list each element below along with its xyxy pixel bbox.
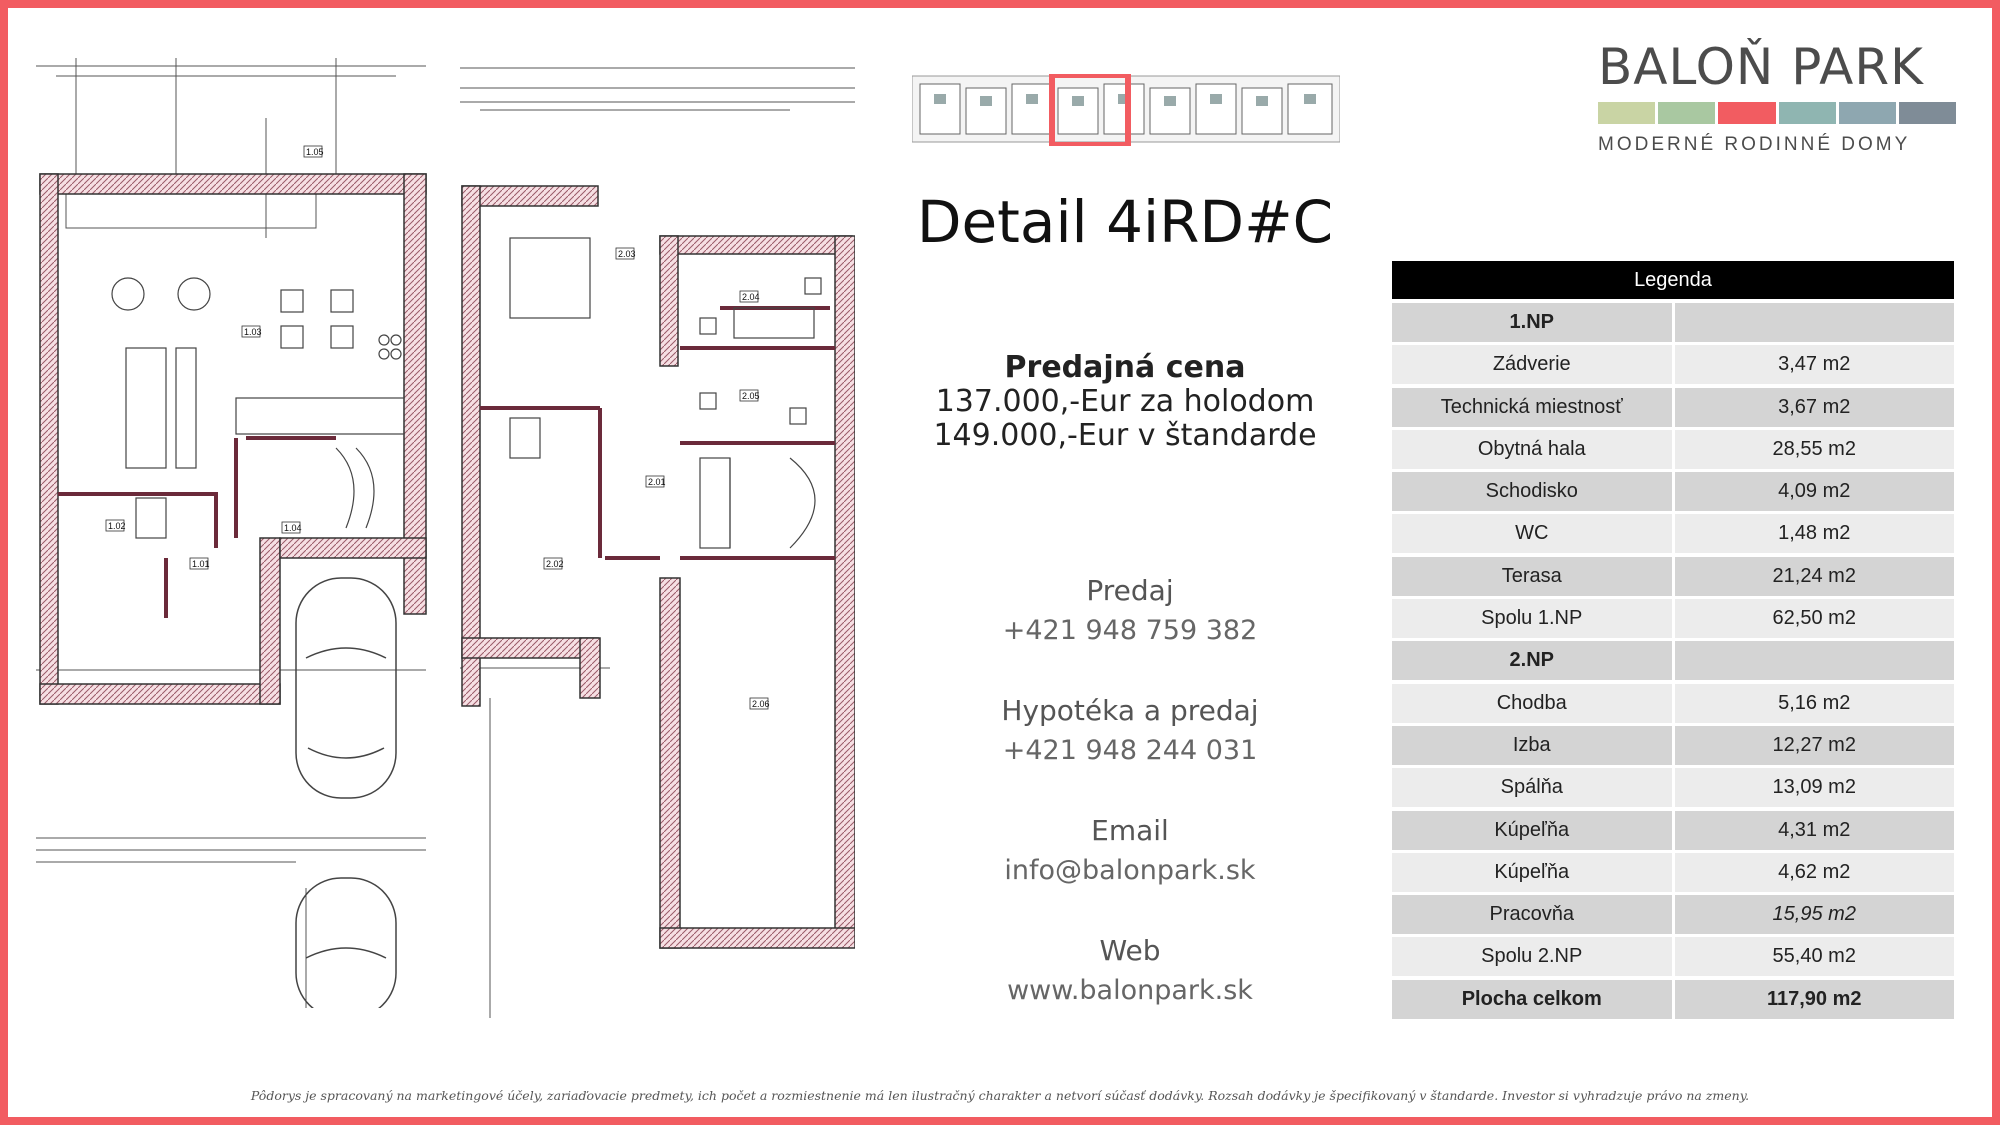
legend-row: Spolu 2.NP 55,40 m2 xyxy=(1392,937,1954,977)
legend-name: Technická miestnosť xyxy=(1392,387,1672,427)
legend-name: Izba xyxy=(1392,725,1672,765)
legend-name: Schodisko xyxy=(1392,472,1672,512)
legend-area: 5,16 m2 xyxy=(1674,683,1954,723)
contact-web: Web www.balonpark.sk xyxy=(930,934,1330,1006)
legend-row: Pracovňa 15,95 m2 xyxy=(1392,895,1954,935)
price-line: 137.000,-Eur za holodom xyxy=(935,384,1315,419)
legend-row: Spálňa 13,09 m2 xyxy=(1392,768,1954,808)
legend-row: Kúpeľňa 4,31 m2 xyxy=(1392,810,1954,850)
legend-area: 15,95 m2 xyxy=(1674,895,1954,935)
legend-area: 3,67 m2 xyxy=(1674,387,1954,427)
legend-name: Plocha celkom xyxy=(1392,979,1672,1019)
legend-name: Pracovňa xyxy=(1392,895,1672,935)
legend-name: Kúpeľňa xyxy=(1392,852,1672,892)
legend-row: Izba 12,27 m2 xyxy=(1392,725,1954,765)
contact-label: Email xyxy=(1091,814,1169,847)
legend-area: 55,40 m2 xyxy=(1674,937,1954,977)
brand-color-bar xyxy=(1598,102,1957,124)
room-tag: 1.04 xyxy=(284,523,302,533)
legend-name: Spolu 1.NP xyxy=(1392,599,1672,639)
legend-area: 62,50 m2 xyxy=(1674,599,1954,639)
contact-mortgage: Hypotéka a predaj +421 948 244 031 xyxy=(930,694,1330,766)
price-block: Predajná cena 137.000,-Eur za holodom 14… xyxy=(880,350,1370,453)
legend-name: WC xyxy=(1392,514,1672,554)
legend-name: Spálňa xyxy=(1392,768,1672,808)
legend-area: 21,24 m2 xyxy=(1674,556,1954,596)
legend-row: Zádverie 3,47 m2 xyxy=(1392,345,1954,385)
legend-row: Spolu 1.NP 62,50 m2 xyxy=(1392,599,1954,639)
legend-area: 28,55 m2 xyxy=(1674,429,1954,469)
room-tag: 2.04 xyxy=(742,292,760,302)
legend-area: 3,47 m2 xyxy=(1674,345,1954,385)
legend-row: Terasa 21,24 m2 xyxy=(1392,556,1954,596)
legend-area: 4,31 m2 xyxy=(1674,810,1954,850)
legend-row: WC 1,48 m2 xyxy=(1392,514,1954,554)
legend-name: Spolu 2.NP xyxy=(1392,937,1672,977)
legend-name: Zádverie xyxy=(1392,345,1672,385)
contact-label: Predaj xyxy=(1086,574,1174,607)
brand-logo: BALOŇ PARK MODERNÉ RODINNÉ DOMY xyxy=(1598,38,1957,156)
legend-area: 4,62 m2 xyxy=(1674,852,1954,892)
brand-tagline: MODERNÉ RODINNÉ DOMY xyxy=(1598,134,1911,155)
legend-title: Legenda xyxy=(1392,261,1954,299)
legend-row: Chodba 5,16 m2 xyxy=(1392,683,1954,723)
contact-sales: Predaj +421 948 759 382 xyxy=(930,574,1330,646)
contact-label: Hypotéka a predaj xyxy=(1001,694,1259,727)
legend-row: Kúpeľňa 4,62 m2 xyxy=(1392,852,1954,892)
room-tag: 1.01 xyxy=(192,559,210,569)
legend-area: 13,09 m2 xyxy=(1674,768,1954,808)
web-link[interactable]: www.balonpark.sk xyxy=(930,975,1330,1006)
room-tag: 2.03 xyxy=(618,249,636,259)
phone-link[interactable]: +421 948 244 031 xyxy=(930,735,1330,766)
legend-table: Legenda 1.NP Zádverie 3,47 m2 Technická … xyxy=(1392,261,1954,1022)
legend-area: 12,27 m2 xyxy=(1674,725,1954,765)
legend-row: Obytná hala 28,55 m2 xyxy=(1392,429,1954,469)
price-line: 149.000,-Eur v štandarde xyxy=(933,418,1317,453)
room-tag: 2.01 xyxy=(648,477,666,487)
floor-plan-2np: 2.03 2.04 2.05 2.01 2.02 2.06 xyxy=(460,58,855,1018)
legend-section-row: 2.NP xyxy=(1392,641,1954,681)
legend-name: 2.NP xyxy=(1392,641,1672,681)
contact-email: Email info@balonpark.sk xyxy=(930,814,1330,886)
legend-area xyxy=(1674,303,1954,342)
room-tag: 1.05 xyxy=(306,147,324,157)
room-tag: 2.06 xyxy=(752,699,770,709)
room-tag: 2.02 xyxy=(546,559,564,569)
legend-area: 117,90 m2 xyxy=(1674,979,1954,1019)
brand-name: BALOŇ PARK xyxy=(1598,38,1924,96)
legend-section-row: 1.NP xyxy=(1392,303,1954,342)
legend-area xyxy=(1674,641,1954,681)
legend-name: Obytná hala xyxy=(1392,429,1672,469)
room-tag: 1.03 xyxy=(244,327,262,337)
legend-name: Chodba xyxy=(1392,683,1672,723)
legend-name: Terasa xyxy=(1392,556,1672,596)
price-heading: Predajná cena xyxy=(1004,350,1246,385)
room-tag: 2.05 xyxy=(742,391,760,401)
page-title: Detail 4iRD#C xyxy=(916,188,1334,256)
footnote: Pôdorys je spracovaný na marketingové úč… xyxy=(250,1088,1750,1103)
phone-link[interactable]: +421 948 759 382 xyxy=(930,615,1330,646)
email-link[interactable]: info@balonpark.sk xyxy=(930,855,1330,886)
facade-thumbnail xyxy=(911,72,1341,148)
legend-area: 4,09 m2 xyxy=(1674,472,1954,512)
contact-label: Web xyxy=(1099,934,1161,967)
room-tag: 1.02 xyxy=(108,521,126,531)
legend-row: Technická miestnosť 3,67 m2 xyxy=(1392,387,1954,427)
legend-row: Schodisko 4,09 m2 xyxy=(1392,472,1954,512)
legend-total-row: Plocha celkom 117,90 m2 xyxy=(1392,979,1954,1019)
legend-name: Kúpeľňa xyxy=(1392,810,1672,850)
legend-name: 1.NP xyxy=(1392,303,1672,342)
legend-area: 1,48 m2 xyxy=(1674,514,1954,554)
floor-plan-1np: 1.05 1.03 1.02 1.01 1.04 xyxy=(36,58,436,1008)
